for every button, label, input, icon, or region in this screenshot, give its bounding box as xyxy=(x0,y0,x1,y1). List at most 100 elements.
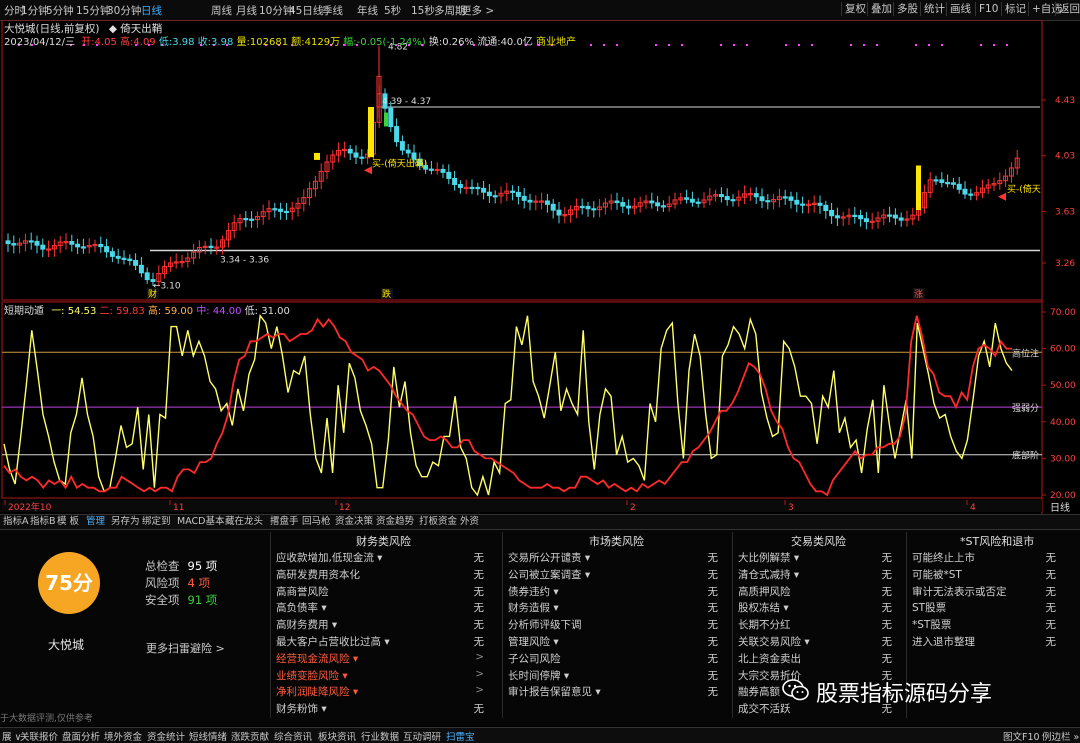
risk-item[interactable]: 分析师评级下调 xyxy=(508,617,582,632)
indicator-tab-4[interactable]: 另存为 xyxy=(111,515,140,529)
risk-item[interactable]: 高研发费用资本化 xyxy=(276,567,360,582)
scale-button[interactable]: 日线 xyxy=(1050,501,1070,514)
risk-item[interactable]: 清仓式减持 ▾ xyxy=(738,567,799,582)
period-3[interactable]: 15分钟 xyxy=(76,3,110,18)
period-13[interactable]: 15秒 xyxy=(411,3,435,18)
indicator-tab-5[interactable]: 绑定到 xyxy=(142,515,171,529)
indicator-tab-2[interactable]: 模 板 xyxy=(57,515,79,529)
period-2[interactable]: 5分钟 xyxy=(46,3,74,18)
risk-item[interactable]: 财务粉饰 ▾ xyxy=(276,701,327,716)
risk-item[interactable]: 应收款增加,低现金流 ▾ xyxy=(276,550,382,565)
indicator-tab-6[interactable]: MACD基本 xyxy=(177,515,224,529)
risk-item[interactable]: 高商誉风险 xyxy=(276,584,329,599)
bottom-tab-0[interactable]: 展 ∨ xyxy=(2,729,21,743)
period-4[interactable]: 30分钟 xyxy=(107,3,141,18)
period-6[interactable]: 周线 xyxy=(211,3,232,18)
candle-body xyxy=(945,182,951,185)
risk-item[interactable]: 成交不活跃 xyxy=(738,701,791,716)
risk-item[interactable]: 可能终止上市 xyxy=(912,550,975,565)
osc-tick-label: 60.00 xyxy=(1050,345,1076,355)
period-1[interactable]: 1分钟 xyxy=(21,3,49,18)
candle-body xyxy=(829,210,835,217)
risk-item[interactable]: 北上资金卖出 xyxy=(738,651,801,666)
risk-item[interactable]: 大比例解禁 ▾ xyxy=(738,550,799,565)
risk-item[interactable]: 公司被立案调查 ▾ xyxy=(508,567,590,582)
period-5[interactable]: 日线 xyxy=(141,3,162,18)
risk-item[interactable]: 最大客户占营收比过高 ▾ xyxy=(276,634,390,649)
risk-item-value: 无 xyxy=(707,652,719,665)
osc-tick-label: 20.00 xyxy=(1050,491,1076,501)
bottom-tab-5[interactable]: 短线情绪 xyxy=(189,729,227,743)
bottom-tab-7[interactable]: 综合资讯 xyxy=(274,729,312,743)
risk-item[interactable]: 关联交易风险 ▾ xyxy=(738,634,810,649)
period-9[interactable]: 45日线 xyxy=(289,3,323,18)
risk-item[interactable]: 进入退市整理 xyxy=(912,634,975,649)
indicator-tab-0[interactable]: 指标A xyxy=(3,515,29,529)
period-7[interactable]: 月线 xyxy=(236,3,257,18)
candle-body xyxy=(620,202,626,207)
risk-item[interactable]: 管理风险 ▾ xyxy=(508,634,559,649)
risk-item[interactable]: 高负债率 ▾ xyxy=(276,600,327,615)
indicator-tab-10[interactable]: 资金决策 xyxy=(335,515,373,529)
period-15[interactable]: 更多 > xyxy=(461,3,494,18)
risk-item[interactable]: 股权冻结 ▾ xyxy=(738,600,789,615)
bottom-right-button-0[interactable]: 图文F10 xyxy=(1003,729,1040,743)
bottom-tab-6[interactable]: 涨跌贡献 xyxy=(231,729,269,743)
risk-item[interactable]: ST股票 xyxy=(912,600,946,615)
risk-item[interactable]: 交易所公开谴责 ▾ xyxy=(508,550,590,565)
bottom-tab-1[interactable]: 关联报价 xyxy=(20,729,58,743)
period-10[interactable]: 季线 xyxy=(322,3,343,18)
bottom-right-button-1[interactable]: 例边栏 » xyxy=(1042,729,1079,743)
toolbar-button-2[interactable]: 多股 xyxy=(893,2,921,16)
toolbar-button-6[interactable]: 标记 xyxy=(1001,2,1029,16)
risk-item[interactable]: 财务造假 ▾ xyxy=(508,600,559,615)
risk-item[interactable]: 审计无法表示或否定 xyxy=(912,584,1007,599)
candle-body xyxy=(486,191,492,197)
risk-item[interactable]: 经营现金流风险 ▾ xyxy=(276,651,358,666)
indicator-tab-8[interactable]: 撂盘手 xyxy=(270,515,299,529)
bottom-tab-9[interactable]: 行业数据 xyxy=(361,729,399,743)
indicator-tab-1[interactable]: 指标B xyxy=(30,515,56,529)
toolbar-button-8[interactable]: 返回 xyxy=(1055,2,1080,16)
bottom-tab-10[interactable]: 互动调研 xyxy=(403,729,441,743)
event-marker: 涨 xyxy=(914,289,923,300)
candle-body xyxy=(968,193,974,196)
bottom-tab-8[interactable]: 板块资讯 xyxy=(318,729,356,743)
risk-item[interactable]: 业绩变脸风险 ▾ xyxy=(276,668,348,683)
indicator-tab-7[interactable]: 藏在龙头 xyxy=(225,515,263,529)
indicator-tab-9[interactable]: 回马枪 xyxy=(302,515,331,529)
candle-body xyxy=(440,168,446,173)
risk-item[interactable]: 净利润陡降风险 ▾ xyxy=(276,684,358,699)
bottom-tab-4[interactable]: 资金统计 xyxy=(147,729,185,743)
indicator-tab-12[interactable]: 打板资金 xyxy=(419,515,457,529)
chart-canvas[interactable]: 4.434.033.633.264.824.39 - 4.373.34 - 3.… xyxy=(0,20,1080,514)
toolbar-button-1[interactable]: 叠加 xyxy=(867,2,895,16)
risk-item[interactable]: 融券高额 xyxy=(738,684,780,699)
indicator-tab-11[interactable]: 资金趋势 xyxy=(376,515,414,529)
risk-item[interactable]: 长期不分红 xyxy=(738,617,791,632)
risk-item[interactable]: 子公司风险 xyxy=(508,651,561,666)
candle-body xyxy=(817,202,823,206)
toolbar-button-5[interactable]: F10 xyxy=(975,2,1001,16)
indicator-tab-3[interactable]: 管理 xyxy=(86,515,105,529)
risk-item[interactable]: 债券违约 ▾ xyxy=(508,584,559,599)
buy-arrow-icon xyxy=(364,166,372,175)
indicator-tab-13[interactable]: 外资 xyxy=(460,515,479,529)
risk-item[interactable]: 审计报告保留意见 ▾ xyxy=(508,684,601,699)
period-11[interactable]: 年线 xyxy=(357,3,378,18)
risk-item[interactable]: 长时间停牌 ▾ xyxy=(508,668,569,683)
toolbar-button-4[interactable]: 画线 xyxy=(946,2,974,16)
toolbar-button-0[interactable]: 复权 xyxy=(841,2,869,16)
risk-item[interactable]: *ST股票 xyxy=(912,617,951,632)
bottom-tab-3[interactable]: 境外资金 xyxy=(104,729,142,743)
osc-name[interactable]: 短期动遁 xyxy=(4,306,44,317)
candle-body xyxy=(283,210,289,214)
risk-item[interactable]: 高质押风险 xyxy=(738,584,791,599)
risk-item[interactable]: 高财务费用 ▾ xyxy=(276,617,337,632)
risk-item[interactable]: 可能被*ST xyxy=(912,567,962,582)
bottom-tab-11[interactable]: 扫雷宝 xyxy=(446,729,475,743)
bottom-tab-2[interactable]: 盘面分析 xyxy=(62,729,100,743)
x-axis-label: 4 xyxy=(970,503,976,513)
toolbar-button-3[interactable]: 统计 xyxy=(920,2,948,16)
period-12[interactable]: 5秒 xyxy=(384,3,401,18)
